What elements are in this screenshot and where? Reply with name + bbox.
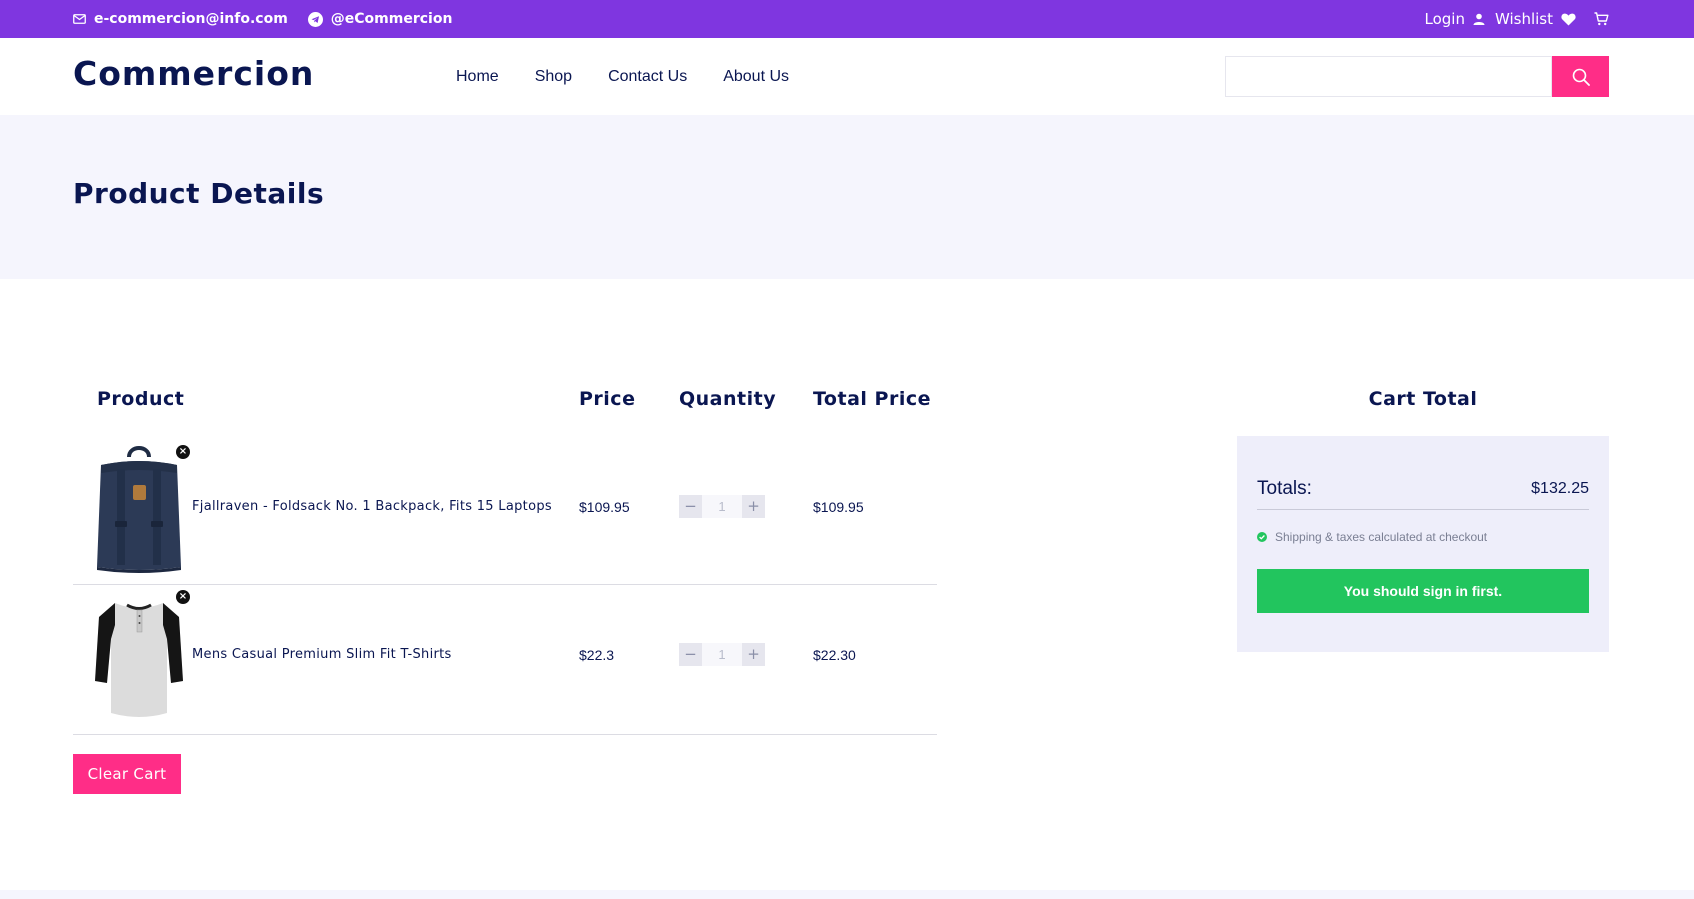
cart-icon <box>1594 12 1609 26</box>
remove-item-button[interactable]: × <box>176 590 190 604</box>
clear-cart-button[interactable]: Clear Cart <box>73 754 181 794</box>
cart-total-title: Cart Total <box>1368 388 1478 410</box>
cart-row: × Fjallraven - Foldsack No. 1 Backpack, … <box>73 435 937 585</box>
user-icon <box>1473 13 1485 25</box>
login-text: Login <box>1424 10 1465 28</box>
product-name[interactable]: Fjallraven - Foldsack No. 1 Backpack, Fi… <box>192 499 552 514</box>
wishlist-link[interactable]: Wishlist <box>1495 10 1576 28</box>
main-nav: Home Shop Contact Us About Us <box>456 38 789 115</box>
contact-info: e-commercion@info.com @eCommercion <box>73 0 452 38</box>
product-image-raglan-shirt <box>93 595 185 725</box>
column-header-total-price: Total Price <box>813 388 931 410</box>
totals-value: $132.25 <box>1531 480 1589 497</box>
telegram-contact[interactable]: @eCommercion <box>307 11 453 27</box>
totals-row: Totals: $132.25 <box>1257 478 1589 510</box>
mail-icon <box>73 14 86 24</box>
heart-icon <box>1561 13 1576 26</box>
quantity-value[interactable]: 1 <box>702 643 742 666</box>
quantity-value[interactable]: 1 <box>702 495 742 518</box>
remove-item-button[interactable]: × <box>176 445 190 459</box>
site-logo[interactable]: Commercion <box>73 54 314 93</box>
email-contact[interactable]: e-commercion@info.com <box>73 11 288 27</box>
totals-label: Totals: <box>1257 478 1312 499</box>
product-price: $22.3 <box>579 647 615 663</box>
nav-shop[interactable]: Shop <box>535 68 572 86</box>
wishlist-text: Wishlist <box>1494 10 1553 28</box>
shipping-note: Shipping & taxes calculated at checkout <box>1257 530 1487 544</box>
top-bar: e-commercion@info.com @eCommercion Login… <box>0 0 1694 38</box>
page-banner: Product Details <box>0 115 1694 279</box>
sign-in-required-button[interactable]: You should sign in first. <box>1257 569 1589 613</box>
quantity-stepper: − 1 + <box>679 643 765 666</box>
product-total-price: $109.95 <box>813 499 864 515</box>
login-link[interactable]: Login <box>1425 10 1485 28</box>
column-header-product: Product <box>97 388 185 410</box>
email-text: e-commercion@info.com <box>94 11 288 27</box>
cart-row: × Mens Casual Premium Slim Fit T-Shirts … <box>73 585 937 735</box>
decrease-quantity-button[interactable]: − <box>679 495 702 518</box>
nav-home[interactable]: Home <box>456 68 499 86</box>
page-title: Product Details <box>73 177 325 210</box>
telegram-text: @eCommercion <box>330 11 453 27</box>
search-button[interactable] <box>1552 56 1609 97</box>
product-image-backpack <box>93 443 185 573</box>
shipping-note-text: Shipping & taxes calculated at checkout <box>1275 530 1488 544</box>
product-price: $109.95 <box>579 499 630 515</box>
footer-strip <box>0 890 1694 899</box>
column-header-quantity: Quantity <box>679 388 777 410</box>
user-links: Login Wishlist <box>1425 0 1610 38</box>
increase-quantity-button[interactable]: + <box>742 643 765 666</box>
product-total-price: $22.30 <box>813 647 856 663</box>
main-header: Commercion Home Shop Contact Us About Us <box>0 38 1694 115</box>
cart-link[interactable] <box>1594 12 1609 26</box>
search-icon <box>1572 68 1590 86</box>
product-name[interactable]: Mens Casual Premium Slim Fit T-Shirts <box>192 647 452 662</box>
telegram-icon <box>307 11 323 27</box>
decrease-quantity-button[interactable]: − <box>679 643 702 666</box>
column-header-price: Price <box>579 388 636 410</box>
check-circle-icon <box>1257 532 1267 542</box>
nav-about-us[interactable]: About Us <box>723 68 789 86</box>
cart-total-panel: Totals: $132.25 Shipping & taxes calcula… <box>1237 436 1609 652</box>
nav-contact-us[interactable]: Contact Us <box>608 68 687 86</box>
search-input[interactable] <box>1225 56 1552 97</box>
quantity-stepper: − 1 + <box>679 495 765 518</box>
search-bar <box>1225 56 1609 97</box>
increase-quantity-button[interactable]: + <box>742 495 765 518</box>
